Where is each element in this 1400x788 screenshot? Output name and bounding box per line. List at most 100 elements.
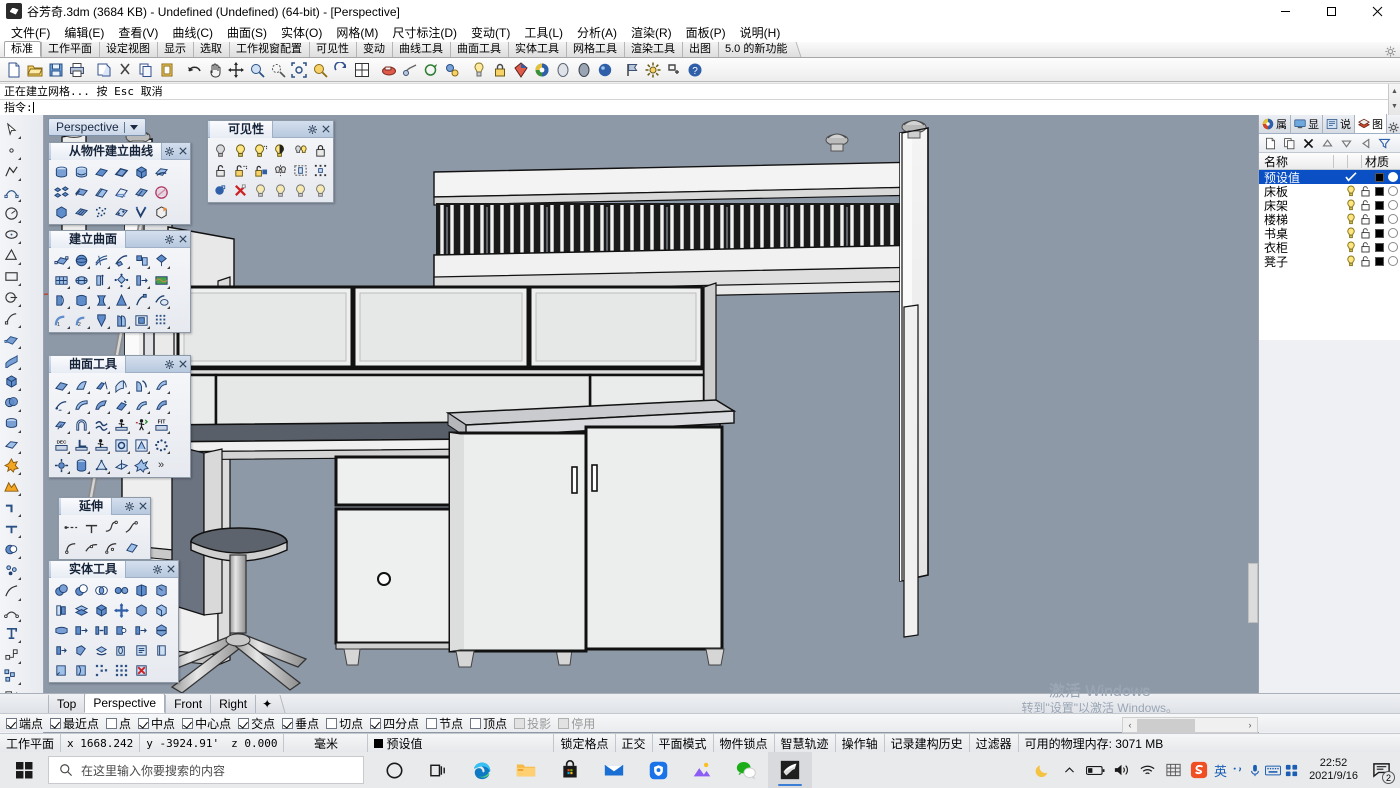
section-icon[interactable] xyxy=(71,182,91,202)
osnap-perp[interactable]: 垂点 xyxy=(282,715,319,732)
zoom-selected-icon[interactable] xyxy=(310,60,330,80)
intersect-curve-icon[interactable] xyxy=(151,162,171,182)
palette-more-button[interactable]: » xyxy=(151,455,171,475)
dimension-icon[interactable] xyxy=(0,644,22,665)
solid-delete-icon[interactable] xyxy=(131,660,151,680)
menu-curve[interactable]: 曲线(C) xyxy=(165,22,220,43)
fillet-surface-1-icon[interactable]: 1 xyxy=(51,310,71,330)
layer-color-swatch[interactable] xyxy=(1372,173,1386,182)
perspective-viewport[interactable]: Perspective xyxy=(44,115,1258,733)
show-light-2-icon[interactable] xyxy=(270,180,290,200)
show-control-points-icon[interactable] xyxy=(210,180,230,200)
point-cloud-icon[interactable] xyxy=(91,202,111,222)
silhouette-icon[interactable] xyxy=(91,182,111,202)
layer-material-swatch[interactable] xyxy=(1386,242,1400,252)
solid-extrude-dir-icon[interactable] xyxy=(51,640,71,660)
cylinder-tool-icon[interactable] xyxy=(71,455,91,475)
project-curve-icon[interactable] xyxy=(71,162,91,182)
layer-lock-icon[interactable] xyxy=(1358,186,1372,197)
render-icon[interactable] xyxy=(379,60,399,80)
palette-options-gear-icon[interactable] xyxy=(122,499,136,513)
hide-swap-icon[interactable] xyxy=(270,140,290,160)
boolean-difference-icon[interactable] xyxy=(0,539,22,560)
layer-visibility-bulb-icon[interactable] xyxy=(1344,255,1358,267)
layer-color-swatch[interactable] xyxy=(1372,201,1386,210)
solid-box-icon[interactable] xyxy=(91,600,111,620)
duplicate-border-icon[interactable] xyxy=(91,162,111,182)
layer-material-swatch[interactable] xyxy=(1386,186,1400,196)
network-icon[interactable] xyxy=(1160,752,1186,788)
text-icon[interactable] xyxy=(0,623,22,644)
decimate-icon[interactable]: DEC xyxy=(51,435,71,455)
boolean-intersection-icon[interactable] xyxy=(91,580,111,600)
extend-smooth-icon[interactable] xyxy=(101,517,121,537)
solid-hole-icon[interactable] xyxy=(111,620,131,640)
wechat-icon[interactable] xyxy=(724,752,768,788)
rebuild-surface-icon[interactable] xyxy=(91,395,111,415)
solid-box-split-icon[interactable] xyxy=(151,620,171,640)
sphere-dark-icon[interactable] xyxy=(574,60,594,80)
print-icon[interactable] xyxy=(67,60,87,80)
sweep-profile-icon[interactable] xyxy=(131,290,151,310)
surface-from-points-icon[interactable] xyxy=(51,250,71,270)
taskbar-clock[interactable]: 22:52 2021/9/16 xyxy=(1301,757,1366,783)
curve-tools-icon[interactable] xyxy=(0,581,22,602)
merge-surface-icon[interactable] xyxy=(111,375,131,395)
solid-fillet-edge-icon[interactable] xyxy=(51,620,71,640)
solid-extrude-face-icon[interactable] xyxy=(71,620,91,640)
mail-icon[interactable] xyxy=(592,752,636,788)
wave-surface-icon[interactable] xyxy=(91,415,111,435)
viewport-vertical-scroll-slot[interactable] xyxy=(1248,563,1258,623)
explode-icon[interactable] xyxy=(0,455,22,476)
fit-surface-icon[interactable]: FIT xyxy=(151,415,171,435)
copy-layer-icon[interactable] xyxy=(1281,135,1298,151)
extract-points-icon[interactable] xyxy=(111,202,131,222)
copy-to-clipboard-icon[interactable] xyxy=(94,60,114,80)
fillet-surface-2-icon[interactable]: 2 xyxy=(71,310,91,330)
solid-slab-icon[interactable] xyxy=(71,600,91,620)
lock-swap-icon[interactable] xyxy=(250,160,270,180)
fin-surface-icon[interactable] xyxy=(111,310,131,330)
surface-from-cp-icon[interactable] xyxy=(0,329,22,350)
palette-curve-from-object-header[interactable]: 从物件建立曲线 xyxy=(49,143,190,160)
solid-grid-full-icon[interactable] xyxy=(111,660,131,680)
extend-curve-icon[interactable] xyxy=(61,517,81,537)
sphere-blue-icon[interactable] xyxy=(595,60,615,80)
status-current-layer[interactable]: 预设值 xyxy=(368,734,554,753)
hide-control-points-icon[interactable] xyxy=(230,180,250,200)
solid-rotate-face-icon[interactable] xyxy=(91,640,111,660)
surface-grid-2-icon[interactable] xyxy=(71,270,91,290)
scroll-left-arrow[interactable]: ‹ xyxy=(1123,720,1137,730)
rail-revolve-icon[interactable] xyxy=(91,270,111,290)
solid-list-icon[interactable] xyxy=(131,640,151,660)
layer-visibility-bulb-icon[interactable] xyxy=(1344,241,1358,253)
align-surface-icon[interactable] xyxy=(71,435,91,455)
command-scroll-up-arrow[interactable]: ▲ xyxy=(1389,84,1400,99)
flag-icon[interactable] xyxy=(622,60,642,80)
show-light-3-icon[interactable] xyxy=(290,180,310,200)
shrink-surface-icon[interactable] xyxy=(151,395,171,415)
layer-material-swatch[interactable] xyxy=(1386,172,1400,182)
solid-plane-cut-icon[interactable] xyxy=(111,640,131,660)
box-edges-icon[interactable] xyxy=(51,202,71,222)
loft-surface-icon[interactable] xyxy=(0,350,22,371)
palette-create-surface-header[interactable]: 建立曲面 xyxy=(49,231,190,248)
offset-surface-icon[interactable] xyxy=(51,415,71,435)
tab-properties[interactable]: 属 xyxy=(1259,115,1291,133)
view-tab-add-button[interactable]: ✦ xyxy=(255,695,278,713)
toolbar-tab-visibility[interactable]: 可见性 xyxy=(309,42,356,57)
orient-surface-icon[interactable] xyxy=(51,455,71,475)
palette-options-gear-icon[interactable] xyxy=(162,357,176,371)
surface-patch-icon[interactable] xyxy=(0,434,22,455)
osnap-knot[interactable]: 节点 xyxy=(426,715,463,732)
osnap-mid[interactable]: 中点 xyxy=(138,715,175,732)
curve-from-points-icon[interactable] xyxy=(0,308,22,329)
macro-icon[interactable] xyxy=(664,60,684,80)
patch-surface-icon[interactable] xyxy=(151,250,171,270)
wifi-icon[interactable] xyxy=(1134,752,1160,788)
layer-color-swatch[interactable] xyxy=(1372,229,1386,238)
material-icon[interactable] xyxy=(511,60,531,80)
fillet-icon[interactable] xyxy=(0,497,22,518)
toolbar-tab-select[interactable]: 选取 xyxy=(193,42,229,57)
paste-icon[interactable] xyxy=(157,60,177,80)
